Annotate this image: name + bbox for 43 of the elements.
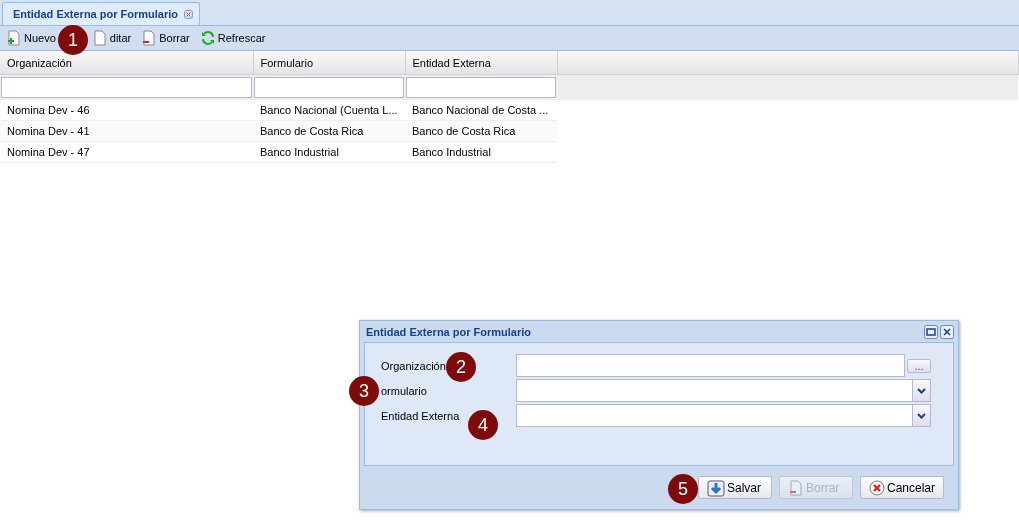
table-cell: Banco Industrial	[260, 146, 339, 158]
table-cell: Banco Nacional de Costa ...	[412, 104, 549, 116]
refresh-icon	[199, 30, 216, 46]
column-header[interactable]: Organización	[0, 51, 253, 75]
remove-document-icon	[141, 30, 158, 46]
toolbar-button[interactable]: Nuevo	[4, 30, 58, 46]
cancel-icon	[868, 479, 885, 496]
table-cell: Banco de Costa Rica	[412, 125, 516, 137]
toolbar-button[interactable]: Borrar	[139, 30, 192, 46]
callout-badge: 3	[349, 376, 379, 406]
chevron-down-icon	[917, 387, 926, 394]
save-icon	[706, 478, 725, 497]
field-label: ormulario	[381, 384, 427, 397]
input-field[interactable]	[516, 354, 905, 377]
field-label: Organización	[381, 359, 446, 372]
dialog-button[interactable]: Cancelar	[859, 476, 944, 499]
column-header[interactable]: Formulario	[253, 51, 405, 75]
table-cell: Banco Nacional (Cuenta L...	[260, 104, 398, 116]
browse-button[interactable]: ...	[907, 358, 931, 373]
field-label: Entidad Externa	[381, 409, 460, 422]
maximize-icon[interactable]	[924, 324, 938, 339]
tab[interactable]: Entidad Externa por Formulario	[2, 2, 201, 25]
filter-field[interactable]	[254, 77, 404, 98]
column-header[interactable]: Entidad Externa	[405, 51, 557, 75]
table-cell: Banco Industrial	[412, 146, 491, 158]
dropdown-field[interactable]	[516, 379, 931, 402]
table-cell: Nomina Dev - 46	[7, 104, 90, 116]
table-cell: Nomina Dev - 41	[7, 125, 90, 137]
dropdown-field[interactable]	[516, 404, 931, 427]
dialog-button[interactable]: Salvar	[697, 476, 772, 499]
chevron-down-icon	[917, 412, 926, 419]
filter-field[interactable]	[406, 77, 556, 98]
dialog-title: Entidad Externa por Formulario	[366, 325, 532, 338]
table-cell: Banco de Costa Rica	[260, 125, 364, 137]
new-document-icon	[6, 30, 22, 46]
document-icon	[91, 30, 108, 46]
remove-document-icon	[787, 479, 804, 496]
close-icon[interactable]	[184, 9, 194, 19]
table-cell: Nomina Dev - 47	[7, 146, 90, 158]
toolbar-button[interactable]: ditar	[89, 30, 134, 46]
filter-field[interactable]	[1, 77, 252, 98]
close-icon[interactable]	[940, 324, 954, 339]
toolbar-button[interactable]: Refrescar	[197, 30, 268, 46]
